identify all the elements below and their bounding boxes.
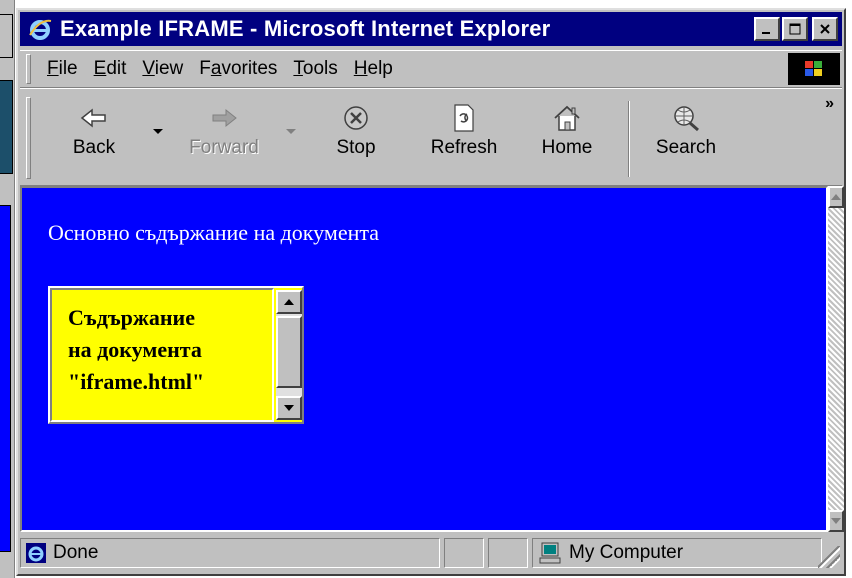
menu-help[interactable]: Help bbox=[354, 58, 393, 80]
stop-icon bbox=[344, 106, 368, 130]
maximize-button[interactable] bbox=[782, 17, 808, 41]
security-zone-panel: My Computer bbox=[532, 538, 822, 568]
my-computer-icon bbox=[539, 542, 561, 564]
forward-dropdown-arrow[interactable] bbox=[286, 129, 296, 134]
windows-logo-throbber bbox=[788, 53, 840, 85]
iframe-scroll-thumb[interactable] bbox=[276, 316, 302, 388]
status-panel-blank bbox=[488, 538, 528, 568]
iframe-line: на документа bbox=[68, 337, 202, 362]
standard-toolbar: Back Forward Stop Refresh Home Search » bbox=[20, 88, 842, 186]
page-scroll-down-button[interactable] bbox=[828, 510, 844, 532]
menu-edit[interactable]: Edit bbox=[94, 58, 127, 80]
home-icon bbox=[554, 105, 580, 131]
title-bar[interactable]: Example IFRAME - Microsoft Internet Expl… bbox=[20, 12, 842, 46]
page-scrollbar[interactable] bbox=[828, 186, 844, 532]
iframe-scroll-down-button[interactable] bbox=[276, 396, 302, 420]
menu-view[interactable]: View bbox=[142, 58, 183, 80]
ie-window: Example IFRAME - Microsoft Internet Expl… bbox=[16, 8, 846, 576]
status-panel-blank bbox=[444, 538, 484, 568]
stop-button[interactable]: Stop bbox=[324, 99, 388, 159]
search-globe-icon bbox=[674, 106, 699, 132]
background-window-edge bbox=[0, 0, 15, 578]
menu-tools[interactable]: Tools bbox=[293, 58, 337, 80]
page-scroll-up-button[interactable] bbox=[828, 186, 844, 208]
background-window-image bbox=[0, 80, 13, 174]
toolbar-separator bbox=[628, 101, 630, 177]
scroll-up-arrow-icon bbox=[284, 299, 294, 305]
close-button[interactable] bbox=[812, 17, 838, 41]
forward-button[interactable]: Forward bbox=[180, 99, 268, 159]
toolbar-grip[interactable] bbox=[26, 97, 31, 179]
back-button[interactable]: Back bbox=[58, 99, 130, 159]
resize-grip[interactable] bbox=[818, 546, 840, 568]
menu-favorites[interactable]: Favorites bbox=[199, 58, 277, 80]
minimize-icon bbox=[762, 32, 770, 34]
menubar-grip[interactable] bbox=[26, 54, 31, 84]
maximize-icon bbox=[789, 23, 801, 35]
document-view: Основно съдържание на документа Съдържан… bbox=[20, 186, 828, 532]
window-title: Example IFRAME - Microsoft Internet Expl… bbox=[60, 16, 551, 41]
status-bar: Done My Computer bbox=[20, 536, 842, 570]
scroll-down-arrow-icon bbox=[284, 405, 294, 411]
background-window-pane bbox=[0, 205, 11, 552]
zone-text: My Computer bbox=[569, 542, 684, 563]
back-dropdown-arrow[interactable] bbox=[153, 129, 163, 134]
windows-flag-icon bbox=[805, 61, 822, 76]
refresh-button[interactable]: Refresh bbox=[422, 99, 506, 159]
scroll-up-arrow-icon bbox=[831, 194, 841, 200]
background-window-button bbox=[0, 14, 13, 58]
home-button[interactable]: Home bbox=[532, 99, 602, 159]
menu-file[interactable]: File bbox=[47, 58, 78, 80]
back-arrow-icon bbox=[80, 108, 106, 128]
ie-logo-icon bbox=[28, 17, 52, 41]
search-button[interactable]: Search bbox=[646, 99, 726, 159]
iframe-line: "iframe.html" bbox=[68, 369, 205, 394]
status-text: Done bbox=[53, 542, 99, 563]
status-text-panel: Done bbox=[20, 538, 440, 568]
toolbar-chevron[interactable]: » bbox=[825, 95, 834, 113]
iframe-element: Съдържание на документа "iframe.html" bbox=[48, 286, 304, 424]
iframe-line: Съдържание bbox=[68, 305, 195, 330]
forward-arrow-icon bbox=[212, 108, 237, 128]
refresh-icon bbox=[454, 104, 474, 132]
page-done-icon bbox=[26, 543, 46, 563]
main-document-text: Основно съдържание на документа bbox=[48, 220, 379, 245]
iframe-text: Съдържание на документа "iframe.html" bbox=[68, 302, 204, 398]
iframe-scroll-up-button[interactable] bbox=[276, 290, 302, 314]
menu-bar: File Edit View Favorites Tools Help bbox=[20, 50, 842, 88]
iframe-scrollbar[interactable] bbox=[276, 290, 302, 420]
iframe-content-area: Съдържание на документа "iframe.html" bbox=[50, 288, 274, 422]
close-icon bbox=[820, 24, 830, 34]
scroll-down-arrow-icon bbox=[831, 518, 841, 524]
minimize-button[interactable] bbox=[754, 17, 780, 41]
